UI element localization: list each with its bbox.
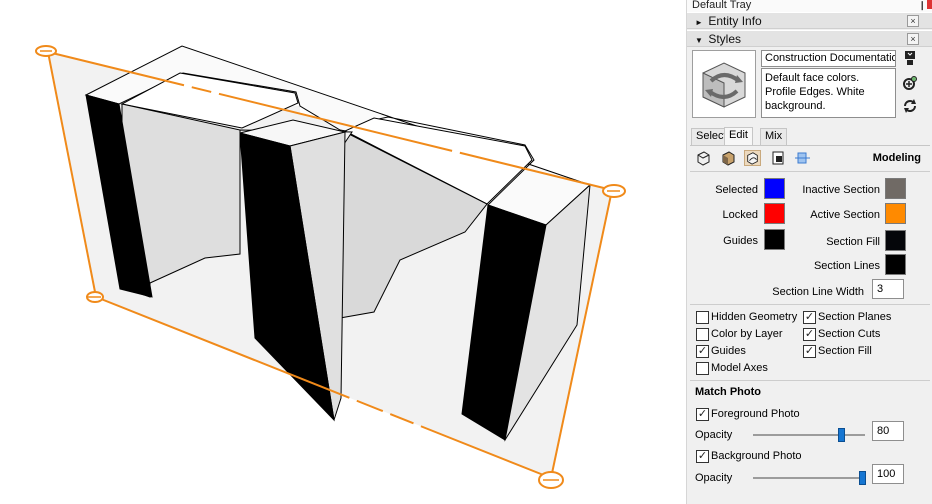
save-style-icon[interactable] — [902, 50, 918, 66]
default-tray: Default Tray ❙ ► Entity Info × ▼ Styles … — [686, 0, 932, 504]
section-grip-left[interactable] — [86, 291, 104, 303]
color-by-layer-checkbox[interactable] — [696, 328, 709, 341]
tab-mix[interactable]: Mix — [760, 128, 788, 145]
edge-settings-icon[interactable] — [695, 150, 712, 166]
background-photo-label: Background Photo — [711, 450, 802, 462]
section-grip-bottom-right[interactable] — [538, 471, 564, 489]
style-thumbnail[interactable] — [692, 50, 756, 118]
color-by-layer-label: Color by Layer — [711, 328, 783, 340]
active-section-label: Active Section — [810, 209, 880, 221]
section-fill-label: Section Fill — [826, 236, 880, 248]
modeling-settings-icon[interactable] — [794, 150, 811, 166]
entity-info-close-button[interactable]: × — [907, 15, 919, 27]
match-photo-title: Match Photo — [695, 386, 761, 398]
foreground-photo-label: Foreground Photo — [711, 408, 800, 420]
section-line-width-input[interactable]: 3 — [872, 279, 904, 299]
divider — [690, 171, 930, 172]
active-section-swatch[interactable] — [885, 203, 906, 224]
inactive-section-swatch[interactable] — [885, 178, 906, 199]
background-opacity-input[interactable]: 100 — [872, 464, 904, 484]
hidden-geometry-checkbox[interactable] — [696, 311, 709, 324]
style-name-field[interactable]: Construction Documentation — [761, 50, 896, 67]
selected-color-swatch[interactable] — [764, 178, 785, 199]
section-grip-right[interactable] — [602, 184, 626, 198]
background-opacity-slider[interactable] — [859, 471, 866, 485]
guides-color-label: Guides — [723, 235, 758, 247]
section-fill-swatch[interactable] — [885, 230, 906, 251]
tab-edit[interactable]: Edit — [724, 127, 753, 145]
section-lines-label: Section Lines — [813, 260, 880, 272]
foreground-opacity-input[interactable]: 80 — [872, 421, 904, 441]
face-settings-icon[interactable] — [720, 150, 737, 166]
hidden-geometry-label: Hidden Geometry — [711, 311, 798, 323]
background-opacity-track[interactable] — [753, 477, 865, 479]
background-photo-checkbox[interactable]: ✓ — [696, 450, 709, 463]
locked-color-label: Locked — [722, 209, 758, 221]
locked-color-swatch[interactable] — [764, 203, 785, 224]
guides-label: Guides — [711, 345, 746, 357]
expand-arrow-icon: ► — [695, 18, 703, 27]
divider — [690, 380, 930, 381]
model-canvas[interactable] — [0, 0, 686, 504]
pin-icon[interactable]: ❙ — [918, 0, 926, 10]
watermark-settings-icon[interactable] — [770, 150, 787, 166]
background-opacity-label: Opacity — [695, 472, 733, 484]
style-preview-icon — [702, 62, 746, 108]
category-title: Modeling — [872, 152, 921, 164]
tab-underline — [690, 145, 930, 146]
styles-panel-header[interactable]: ▼ Styles × — [687, 30, 932, 47]
inactive-section-label: Inactive Section — [802, 184, 880, 196]
tray-close-icon[interactable] — [927, 0, 932, 9]
section-line-width-label: Section Line Width — [772, 286, 864, 298]
section-cuts-label: Section Cuts — [818, 328, 881, 340]
section-cuts-checkbox[interactable]: ✓ — [803, 328, 816, 341]
style-description-field[interactable]: Default face colors. Profile Edges. Whit… — [761, 68, 896, 118]
guides-color-swatch[interactable] — [764, 229, 785, 250]
entity-info-panel-header[interactable]: ► Entity Info × — [687, 12, 932, 29]
background-settings-icon[interactable] — [744, 150, 761, 166]
section-grip-top-left[interactable] — [35, 45, 57, 57]
section-lines-swatch[interactable] — [885, 254, 906, 275]
modeling-viewport[interactable] — [0, 0, 686, 504]
update-style-icon[interactable] — [902, 98, 918, 114]
section-planes-label: Section Planes — [818, 311, 892, 323]
styles-label: Styles — [708, 32, 742, 46]
divider — [690, 304, 930, 305]
styles-close-button[interactable]: × — [907, 33, 919, 45]
foreground-photo-checkbox[interactable]: ✓ — [696, 408, 709, 421]
tray-title: Default Tray — [687, 0, 932, 12]
collapse-arrow-icon: ▼ — [695, 36, 703, 45]
entity-info-label: Entity Info — [708, 14, 762, 28]
guides-checkbox[interactable]: ✓ — [696, 345, 709, 358]
foreground-opacity-track[interactable] — [753, 434, 865, 436]
section-planes-checkbox[interactable]: ✓ — [803, 311, 816, 324]
foreground-opacity-slider[interactable] — [838, 428, 845, 442]
foreground-opacity-label: Opacity — [695, 429, 733, 441]
selected-color-label: Selected — [715, 184, 758, 196]
model-axes-label: Model Axes — [711, 362, 768, 374]
section-fill-checkbox[interactable]: ✓ — [803, 345, 816, 358]
model-axes-checkbox[interactable] — [696, 362, 709, 375]
create-style-icon[interactable] — [902, 75, 918, 91]
section-fill-cb-label: Section Fill — [818, 345, 872, 357]
